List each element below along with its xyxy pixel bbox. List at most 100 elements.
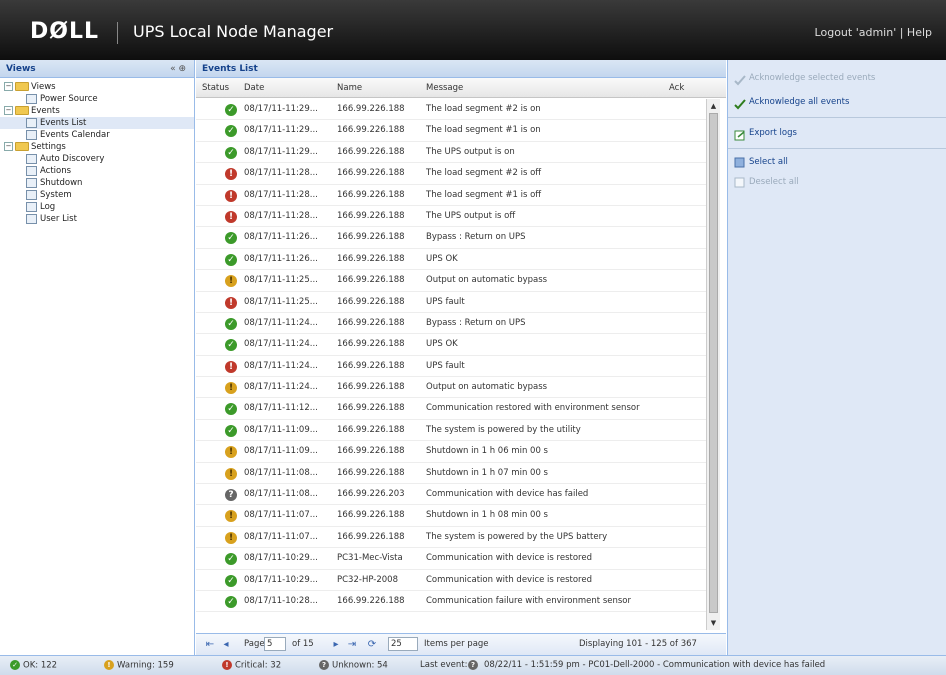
- scroll-up-icon[interactable]: ▲: [709, 101, 718, 111]
- event-message: The load segment #2 is off: [426, 168, 542, 179]
- tree-item[interactable]: Auto Discovery: [0, 153, 194, 165]
- tree-item-label: Auto Discovery: [40, 154, 105, 164]
- event-row[interactable]: ! 08/17/11-11:25... 166.99.226.188 Output o…: [196, 270, 708, 292]
- event-row[interactable]: ! 08/17/11-11:24... 166.99.226.188 UPS faul…: [196, 356, 708, 378]
- page-count-label: of 15: [292, 639, 314, 649]
- first-page-icon[interactable]: ⇤: [204, 639, 216, 651]
- event-row[interactable]: ✓ 08/17/11-10:29... PC31-Mec-Vista Communic…: [196, 548, 708, 570]
- tree-item[interactable]: User List: [0, 213, 194, 225]
- scroll-thumb[interactable]: [709, 113, 718, 613]
- tree-item[interactable]: Log: [0, 201, 194, 213]
- export-logs-button[interactable]: Export logs: [728, 121, 946, 145]
- critical-count[interactable]: ! Critical: 32: [222, 660, 281, 671]
- tree-item-label: System: [40, 190, 72, 200]
- prev-page-icon[interactable]: ◂: [220, 639, 232, 651]
- event-date: 08/17/11-11:26...: [244, 253, 318, 264]
- tree-item-label: Settings: [31, 142, 66, 152]
- column-ack[interactable]: Ack: [669, 83, 684, 93]
- event-message: Communication with device is restored: [426, 574, 592, 585]
- event-row[interactable]: ? 08/17/11-11:08... 166.99.226.203 Communic…: [196, 484, 708, 506]
- event-row[interactable]: ! 08/17/11-11:09... 166.99.226.188 Shutdown…: [196, 441, 708, 463]
- logout-help-link[interactable]: Logout 'admin' | Help: [815, 26, 932, 39]
- warning-icon: !: [104, 660, 114, 670]
- event-row[interactable]: ✓ 08/17/11-10:29... PC32-HP-2008 Communicat…: [196, 570, 708, 591]
- tree-item[interactable]: Events Calendar: [0, 129, 194, 141]
- event-row[interactable]: ✓ 08/17/11-11:24... 166.99.226.188 UPS OK: [196, 334, 708, 356]
- ok-count[interactable]: ✓ OK: 122: [10, 660, 57, 671]
- event-row[interactable]: ! 08/17/11-11:28... 166.99.226.188 The load…: [196, 163, 708, 185]
- collapse-toggle-icon[interactable]: −: [4, 142, 13, 151]
- tree-item[interactable]: Actions: [0, 165, 194, 177]
- event-row[interactable]: ✓ 08/17/11-11:26... 166.99.226.188 UPS OK: [196, 249, 708, 271]
- event-message: The UPS output is off: [426, 210, 516, 221]
- event-row[interactable]: ! 08/17/11-11:24... 166.99.226.188 Output o…: [196, 377, 708, 399]
- warning-status-icon: !: [225, 446, 237, 459]
- acknowledge-selected-label: Acknowledge selected events: [749, 73, 876, 83]
- event-row[interactable]: ✓ 08/17/11-11:29... 166.99.226.188 The UPS …: [196, 142, 708, 164]
- tree-item[interactable]: Events List: [0, 117, 194, 129]
- warning-count[interactable]: ! Warning: 159: [104, 660, 174, 671]
- deselect-all-button[interactable]: Deselect all: [728, 172, 946, 192]
- views-panel: Views « ⊕ − Views Power Source − Events Event…: [0, 60, 195, 655]
- deselect-icon: [734, 176, 746, 188]
- event-row[interactable]: ! 08/17/11-11:28... 166.99.226.188 The load…: [196, 185, 708, 206]
- event-date: 08/17/11-11:08...: [244, 467, 318, 478]
- event-name: 166.99.226.188: [337, 189, 405, 200]
- event-date: 08/17/11-11:28...: [244, 189, 318, 200]
- event-row[interactable]: ✓ 08/17/11-10:28... 166.99.226.188 Communic…: [196, 591, 708, 613]
- unknown-count[interactable]: ? Unknown: 54: [319, 660, 388, 671]
- critical-icon: !: [222, 660, 232, 670]
- events-panel-header: Events List: [196, 60, 726, 78]
- warning-status-icon: !: [225, 382, 237, 395]
- next-page-icon[interactable]: ▸: [330, 639, 342, 651]
- refresh-icon[interactable]: ⟳: [366, 639, 378, 651]
- items-per-page-select[interactable]: 25: [388, 637, 418, 651]
- event-date: 08/17/11-11:24...: [244, 339, 318, 350]
- actions-panel: Acknowledge selected events Acknowledge …: [727, 60, 946, 655]
- actions-divider: [728, 148, 946, 149]
- column-status[interactable]: Status: [202, 83, 229, 93]
- event-row[interactable]: ✓ 08/17/11-11:09... 166.99.226.188 The syst…: [196, 420, 708, 442]
- event-row[interactable]: ✓ 08/17/11-11:29... 166.99.226.188 The load…: [196, 99, 708, 121]
- event-name: 166.99.226.188: [337, 467, 405, 478]
- export-icon: [734, 127, 746, 141]
- column-name[interactable]: Name: [337, 83, 362, 93]
- collapse-toggle-icon[interactable]: −: [4, 82, 13, 91]
- tree-item[interactable]: − Views: [0, 81, 194, 93]
- event-row[interactable]: ! 08/17/11-11:28... 166.99.226.188 The UPS …: [196, 206, 708, 228]
- collapse-panel-icon[interactable]: « ⊕: [170, 60, 186, 78]
- column-message[interactable]: Message: [426, 83, 463, 93]
- acknowledge-all-button[interactable]: Acknowledge all events: [728, 90, 946, 114]
- page-number-input[interactable]: 5: [264, 637, 286, 651]
- warning-status-icon: !: [225, 510, 237, 523]
- event-row[interactable]: ! 08/17/11-11:07... 166.99.226.188 Shutdown…: [196, 505, 708, 527]
- ok-status-icon: ✓: [225, 253, 237, 266]
- select-all-button[interactable]: Select all: [728, 152, 946, 172]
- ok-status-icon: ✓: [225, 232, 237, 245]
- event-row[interactable]: ! 08/17/11-11:08... 166.99.226.188 Shutdown…: [196, 463, 708, 485]
- collapse-toggle-icon[interactable]: −: [4, 106, 13, 115]
- view-icon: [26, 177, 37, 188]
- column-date[interactable]: Date: [244, 83, 264, 93]
- event-row[interactable]: ✓ 08/17/11-11:29... 166.99.226.188 The load…: [196, 120, 708, 142]
- event-row[interactable]: ✓ 08/17/11-11:12... 166.99.226.188 Communic…: [196, 398, 708, 420]
- last-page-icon[interactable]: ⇥: [346, 639, 358, 651]
- event-row[interactable]: ! 08/17/11-11:07... 166.99.226.188 The syst…: [196, 527, 708, 549]
- scroll-down-icon[interactable]: ▼: [709, 618, 718, 628]
- tree-item[interactable]: Power Source: [0, 93, 194, 105]
- view-icon: [26, 165, 37, 176]
- tree-item[interactable]: Shutdown: [0, 177, 194, 189]
- event-date: 08/17/11-11:09...: [244, 424, 318, 435]
- event-row[interactable]: ! 08/17/11-11:25... 166.99.226.188 UPS faul…: [196, 292, 708, 313]
- event-row[interactable]: ✓ 08/17/11-11:24... 166.99.226.188 Bypass :…: [196, 313, 708, 335]
- tree-item[interactable]: System: [0, 189, 194, 201]
- tree-item[interactable]: − Events: [0, 105, 194, 117]
- event-row[interactable]: ✓ 08/17/11-11:26... 166.99.226.188 Bypass :…: [196, 227, 708, 249]
- acknowledge-selected-button[interactable]: Acknowledge selected events: [728, 66, 946, 90]
- last-event-text[interactable]: 08/22/11 - 1:51:59 pm - PC01-Dell-2000 -…: [484, 660, 825, 670]
- tree-item[interactable]: − Settings: [0, 141, 194, 153]
- export-logs-label: Export logs: [749, 128, 797, 138]
- events-scrollbar[interactable]: ▲ ▼: [706, 99, 720, 630]
- event-name: 166.99.226.188: [337, 232, 405, 243]
- tree-item-label: Events Calendar: [40, 130, 110, 140]
